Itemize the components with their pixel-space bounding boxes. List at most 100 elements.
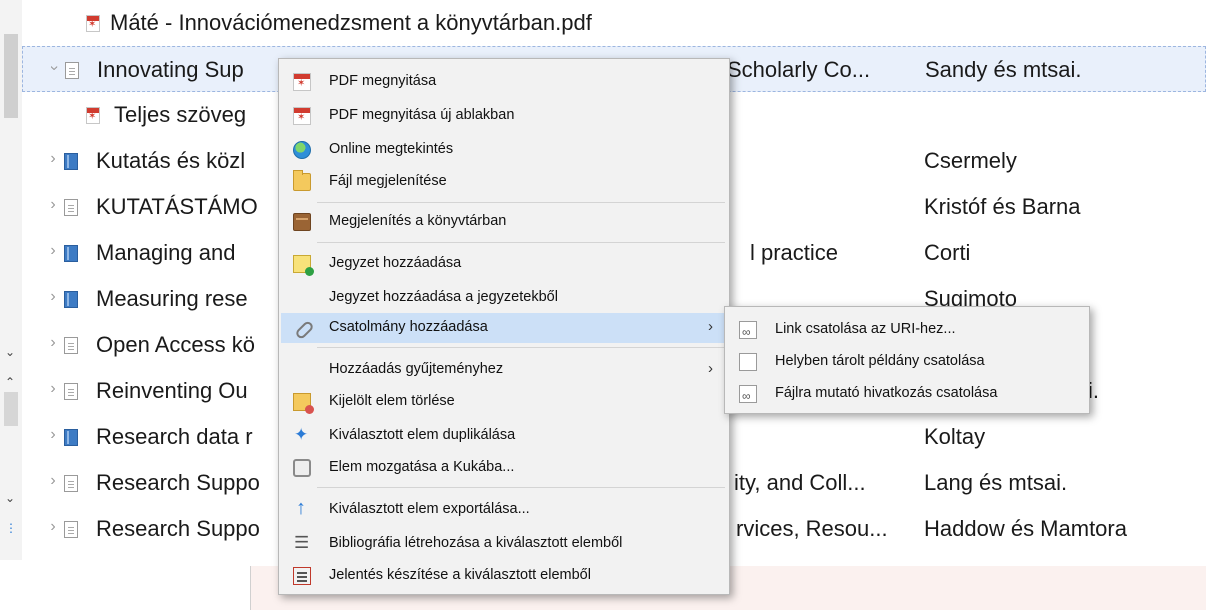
document-icon (64, 199, 78, 216)
menu-item-delete-selected[interactable]: Kijelölt elem törlése (281, 387, 727, 417)
paperclip-icon (293, 319, 311, 337)
item-title: Measuring rese (96, 286, 248, 311)
item-creator: Csermely (924, 148, 1017, 173)
report-icon (293, 567, 311, 585)
pdf-icon (293, 73, 311, 91)
document-icon (65, 62, 79, 79)
menu-item-label: Helyben tárolt példány csatolása (775, 353, 985, 369)
menu-item-view-online[interactable]: Online megtekintés (281, 135, 727, 165)
menu-item-open-pdf[interactable]: PDF megnyitása (281, 67, 727, 97)
list-item[interactable]: Máté - Innovációmenedzsment a könyvtárba… (22, 0, 1206, 46)
menu-item-label: PDF megnyitása új ablakban (329, 107, 515, 123)
pdf-icon (86, 15, 100, 32)
chevron-right-icon[interactable]: › (46, 334, 60, 352)
document-icon (64, 521, 78, 538)
menu-separator (317, 202, 725, 203)
item-creator: Sandy és mtsai. (925, 57, 1082, 82)
library-icon (293, 213, 311, 231)
menu-item-add-attachment[interactable]: Csatolmány hozzáadása › (281, 313, 727, 343)
chevron-right-icon[interactable]: › (46, 150, 60, 168)
book-icon (64, 291, 78, 308)
menu-item-add-note[interactable]: Jegyzet hozzáadása (281, 249, 727, 279)
menu-item-attach-stored-copy[interactable]: Helyben tárolt példány csatolása (727, 347, 1087, 377)
bibliography-icon (293, 533, 311, 553)
menu-separator (317, 347, 725, 348)
menu-item-export[interactable]: Kiválasztott elem exportálása... (281, 495, 727, 525)
item-title-tail: l practice (750, 240, 839, 265)
menu-item-duplicate[interactable]: Kiválasztott elem duplikálása (281, 421, 727, 451)
item-title: Reinventing Ou (96, 378, 248, 403)
book-icon (64, 153, 78, 170)
chevron-right-icon[interactable]: › (46, 472, 60, 490)
menu-item-label: Hozzáadás gyűjteményhez (329, 361, 504, 377)
document-icon (64, 475, 78, 492)
tree-scrollbar[interactable]: ⌄ ⌃ ⌄ ⋮ (0, 0, 22, 560)
chevron-expanded-icon[interactable]: › (45, 61, 63, 75)
item-title: Kutatás és közl (96, 148, 246, 173)
attachment-submenu: Link csatolása az URI-hez... Helyben tár… (724, 306, 1090, 414)
scrollbar-thumb[interactable] (4, 34, 18, 118)
item-title: Research data r (96, 424, 253, 449)
menu-item-add-note-from-notes[interactable]: Jegyzet hozzáadása a jegyzetekből (281, 283, 727, 313)
chevron-right-icon[interactable]: › (46, 288, 60, 306)
menu-item-label: Jelentés készítése a kiválasztott elembő… (329, 567, 591, 583)
context-menu: PDF megnyitása PDF megnyitása új ablakba… (278, 58, 730, 595)
submenu-arrow-icon: › (708, 318, 713, 335)
menu-item-attach-link-uri[interactable]: Link csatolása az URI-hez... (727, 315, 1087, 345)
item-creator: Haddow és Mamtora (924, 516, 1127, 541)
item-title-tail: Scholarly Co... (727, 57, 871, 82)
chevron-right-icon[interactable]: › (46, 518, 60, 536)
trash-icon (293, 459, 311, 477)
item-creator: Corti (924, 240, 971, 265)
menu-item-label: Online megtekintés (329, 141, 454, 157)
item-title-tail: ity, and Coll... (734, 470, 866, 495)
item-title: Innovating Sup (97, 57, 244, 82)
folder-icon (293, 170, 311, 191)
pdf-icon (86, 107, 100, 124)
menu-item-show-file[interactable]: Fájl megjelenítése (281, 167, 727, 197)
menu-item-label: Megjelenítés a könyvtárban (329, 213, 507, 229)
menu-item-label: PDF megnyitása (329, 73, 437, 89)
chevron-right-icon[interactable]: › (46, 196, 60, 214)
menu-item-generate-report[interactable]: Jelentés készítése a kiválasztott elembő… (281, 561, 727, 591)
column-picker-icon[interactable]: ⋮ (5, 522, 17, 534)
menu-item-label: Bibliográfia létrehozása a kiválasztott … (329, 535, 623, 551)
menu-item-label: Jegyzet hozzáadása (329, 255, 462, 271)
menu-item-attach-link-to-file[interactable]: Fájlra mutató hivatkozás csatolása (727, 379, 1087, 409)
item-creator: Lang és mtsai. (924, 470, 1068, 495)
item-title: Managing and (96, 240, 236, 265)
menu-item-label: Jegyzet hozzáadása a jegyzetekből (329, 289, 558, 305)
item-title: Máté - Innovációmenedzsment a könyvtárba… (110, 10, 592, 35)
document-icon (64, 337, 78, 354)
book-icon (64, 245, 78, 262)
menu-item-label: Link csatolása az URI-hez... (775, 321, 956, 337)
link-icon (739, 321, 757, 339)
item-creator: Koltay (924, 424, 986, 449)
globe-icon (293, 141, 311, 159)
menu-item-label: Fájl megjelenítése (329, 173, 447, 189)
menu-item-label: Kiválasztott elem duplikálása (329, 427, 516, 443)
chevron-up-icon[interactable]: ⌃ (5, 376, 15, 388)
chevron-down-icon[interactable]: ⌄ (5, 492, 15, 504)
item-title: Research Suppo (96, 470, 260, 495)
menu-item-label: Elem mozgatása a Kukába... (329, 459, 515, 475)
submenu-arrow-icon: › (708, 360, 713, 377)
document-icon (64, 383, 78, 400)
item-title: Open Access kö (96, 332, 255, 357)
menu-item-open-pdf-new-window[interactable]: PDF megnyitása új ablakban (281, 101, 727, 131)
scrollbar-thumb-lower[interactable] (4, 392, 18, 426)
pdf-icon (293, 107, 311, 125)
item-title-tail: rvices, Resou... (736, 516, 888, 541)
chevron-right-icon[interactable]: › (46, 380, 60, 398)
chevron-right-icon[interactable]: › (46, 426, 60, 444)
item-creator: Kristóf és Barna (924, 194, 1081, 219)
chevron-right-icon[interactable]: › (46, 242, 60, 260)
chevron-down-icon[interactable]: ⌄ (5, 346, 15, 358)
item-title: Teljes szöveg (114, 102, 247, 127)
item-title: Research Suppo (96, 516, 260, 541)
menu-item-add-to-collection[interactable]: Hozzáadás gyűjteményhez › (281, 355, 727, 385)
menu-item-move-to-trash[interactable]: Elem mozgatása a Kukába... (281, 453, 727, 483)
menu-item-show-in-library[interactable]: Megjelenítés a könyvtárban (281, 207, 727, 237)
item-title: KUTATÁSTÁMO (96, 194, 258, 219)
menu-item-create-bibliography[interactable]: Bibliográfia létrehozása a kiválasztott … (281, 529, 727, 559)
